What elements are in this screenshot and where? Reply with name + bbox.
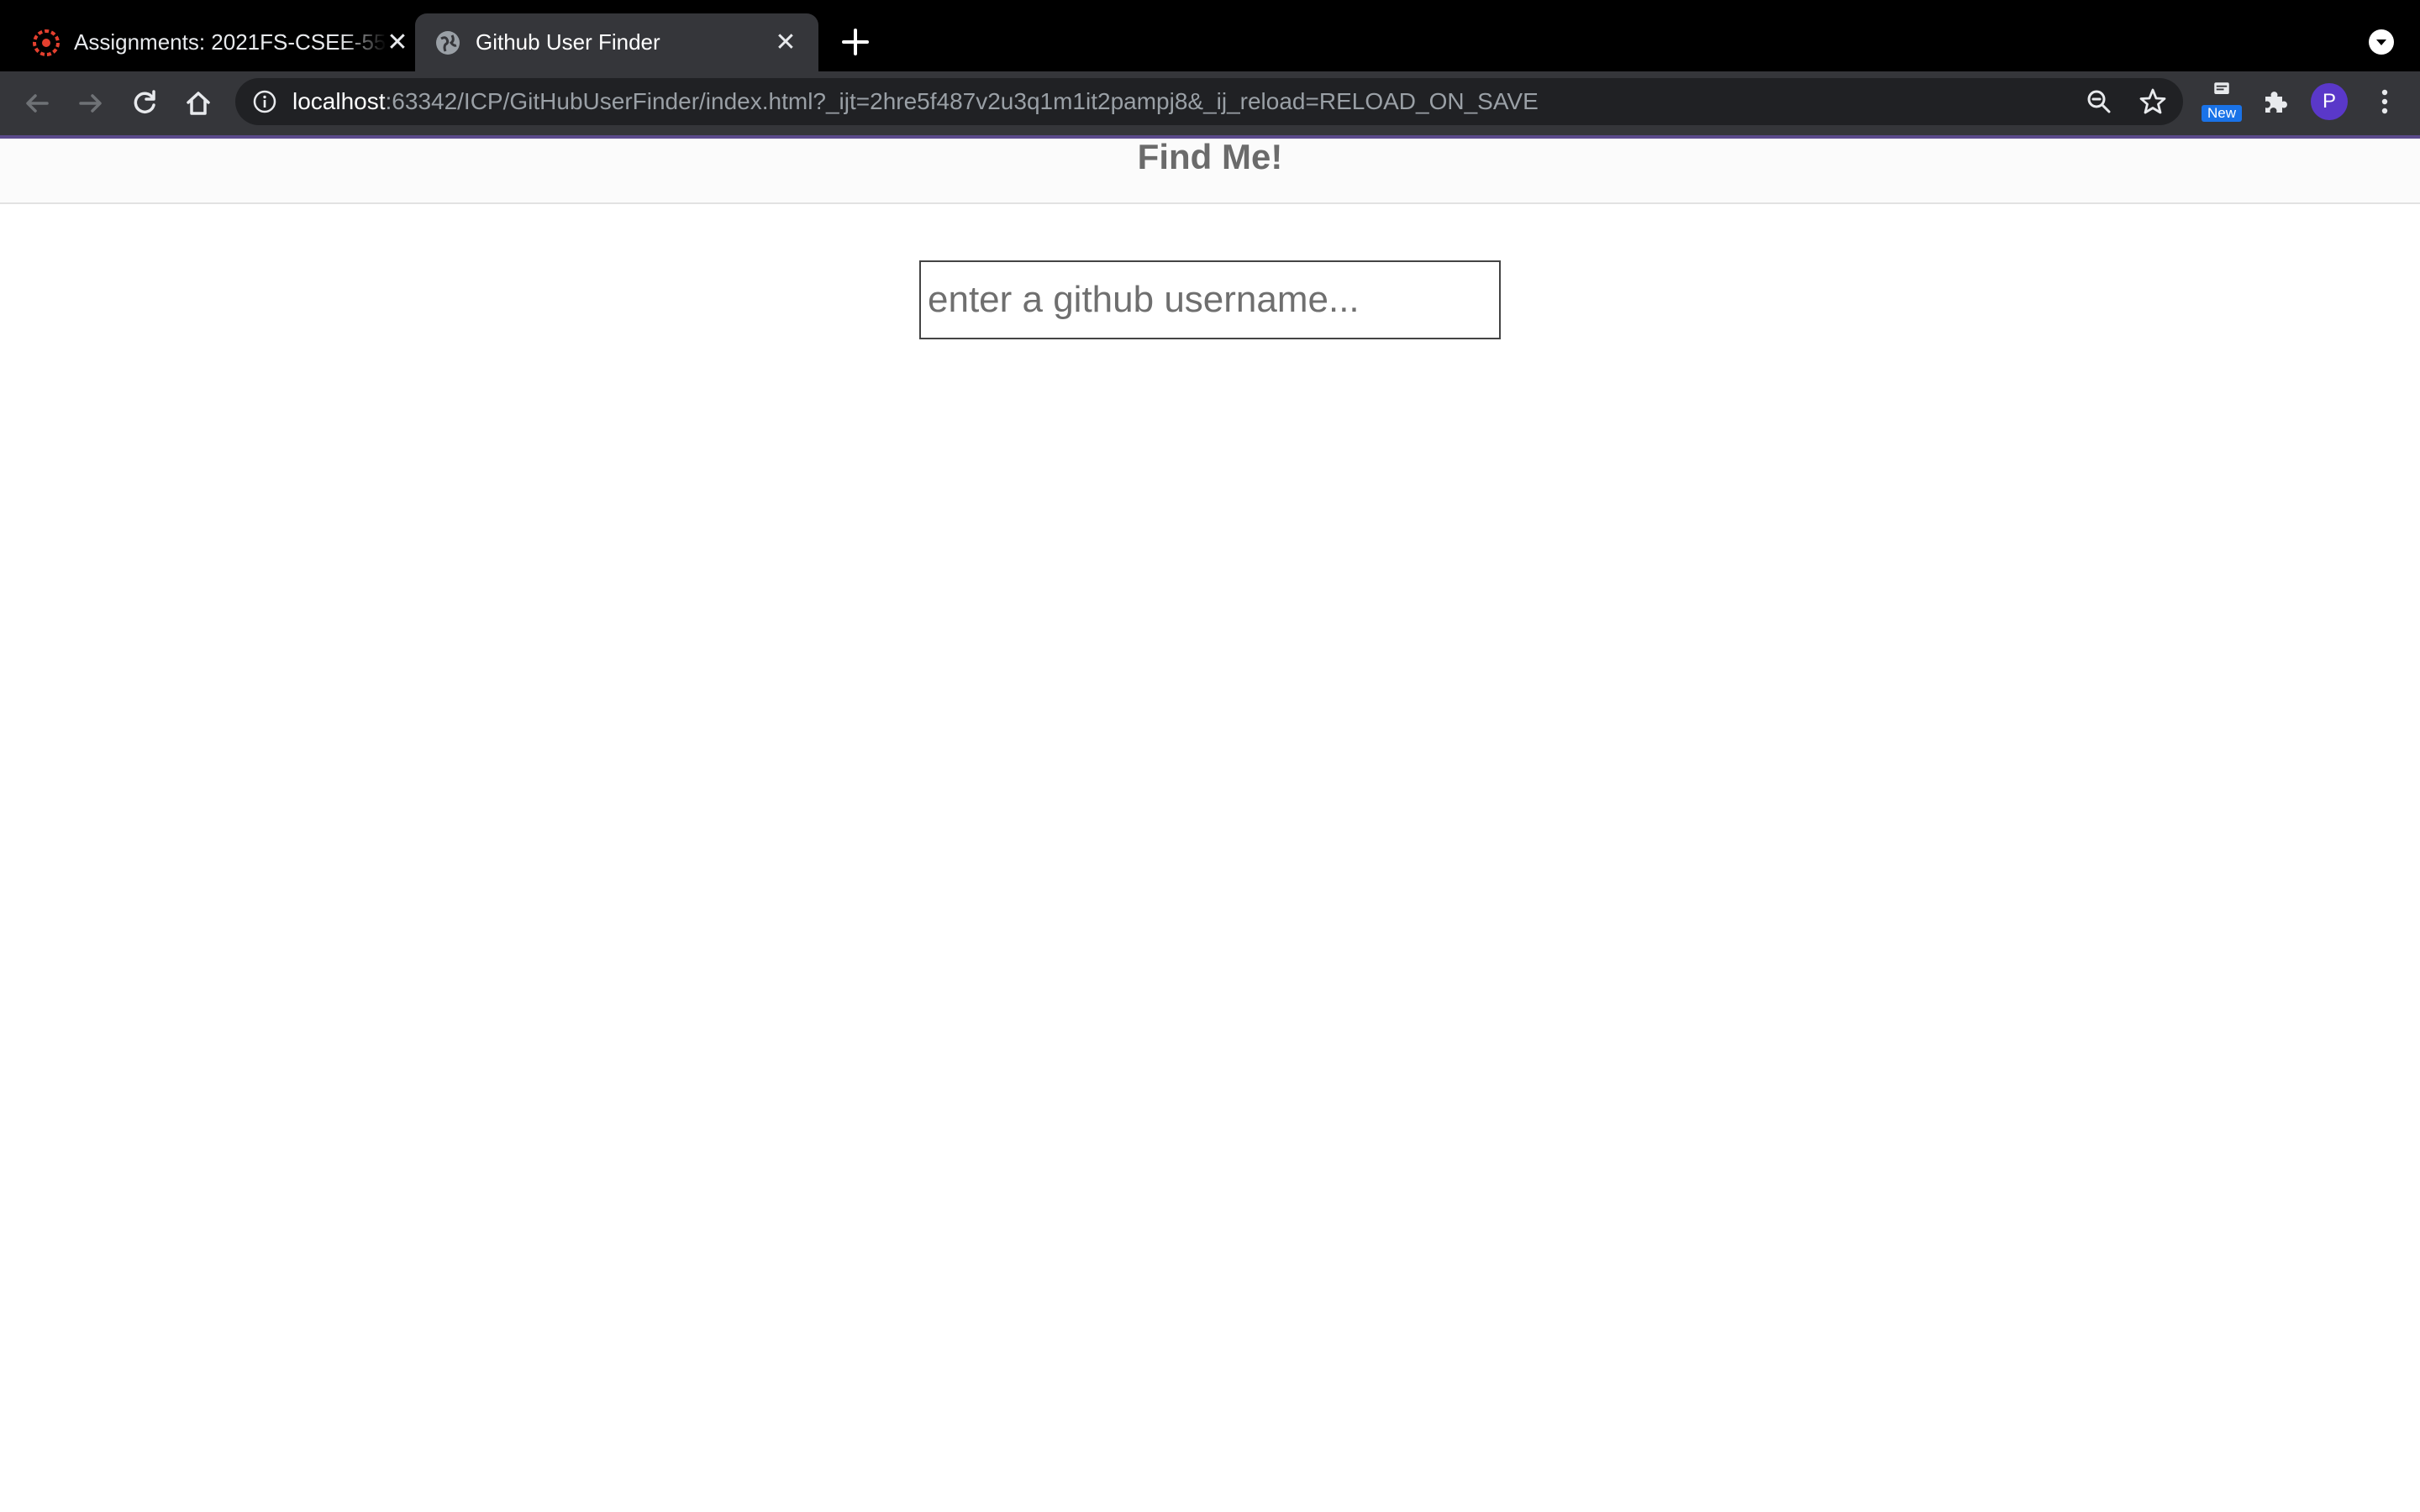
extension-icon xyxy=(2214,82,2229,94)
extensions-puzzle-icon[interactable] xyxy=(2259,85,2292,118)
url-text[interactable]: localhost:63342/ICP/GitHubUserFinder/ind… xyxy=(292,78,1539,125)
tab-search-icon[interactable] xyxy=(2368,29,2395,55)
new-tab-icon[interactable] xyxy=(839,25,872,59)
zoom-icon[interactable] xyxy=(2084,87,2114,117)
browser-toolbar: localhost:63342/ICP/GitHubUserFinder/ind… xyxy=(0,71,2420,135)
globe-icon xyxy=(436,31,460,55)
page-header: Find Me! xyxy=(0,139,2420,204)
page-title: Find Me! xyxy=(1137,137,1283,176)
tab-strip: Assignments: 2021FS-CSEE-5590 ✕ Github U… xyxy=(0,0,2420,71)
close-tab-icon[interactable]: ✕ xyxy=(773,30,798,55)
address-bar[interactable]: localhost:63342/ICP/GitHubUserFinder/ind… xyxy=(235,78,2183,125)
profile-avatar[interactable]: P xyxy=(2311,83,2348,120)
tab-title: Github User Finder xyxy=(476,29,660,55)
bookmark-star-icon[interactable] xyxy=(2138,87,2168,117)
site-info-icon[interactable] xyxy=(252,89,277,114)
url-path: :63342/ICP/GitHubUserFinder/index.html?_… xyxy=(385,88,1539,114)
tab-assignments[interactable]: Assignments: 2021FS-CSEE-5590 ✕ xyxy=(18,13,413,71)
github-username-input[interactable] xyxy=(919,260,1501,339)
home-icon[interactable] xyxy=(182,87,215,120)
reload-icon[interactable] xyxy=(128,87,161,120)
canvas-logo-icon xyxy=(33,29,60,56)
close-tab-icon[interactable]: ✕ xyxy=(385,30,410,55)
extension-button[interactable]: New xyxy=(2202,81,2242,122)
menu-kebab-icon[interactable] xyxy=(2368,85,2402,118)
tab-github-user-finder[interactable]: Github User Finder ✕ xyxy=(415,13,818,71)
new-badge: New xyxy=(2202,105,2242,122)
url-host: localhost xyxy=(292,88,386,114)
tab-title: Assignments: 2021FS-CSEE-5590 xyxy=(74,29,387,55)
back-icon[interactable] xyxy=(20,87,54,120)
browser-window: Assignments: 2021FS-CSEE-5590 ✕ Github U… xyxy=(0,0,2420,1512)
forward-icon[interactable] xyxy=(74,87,108,120)
